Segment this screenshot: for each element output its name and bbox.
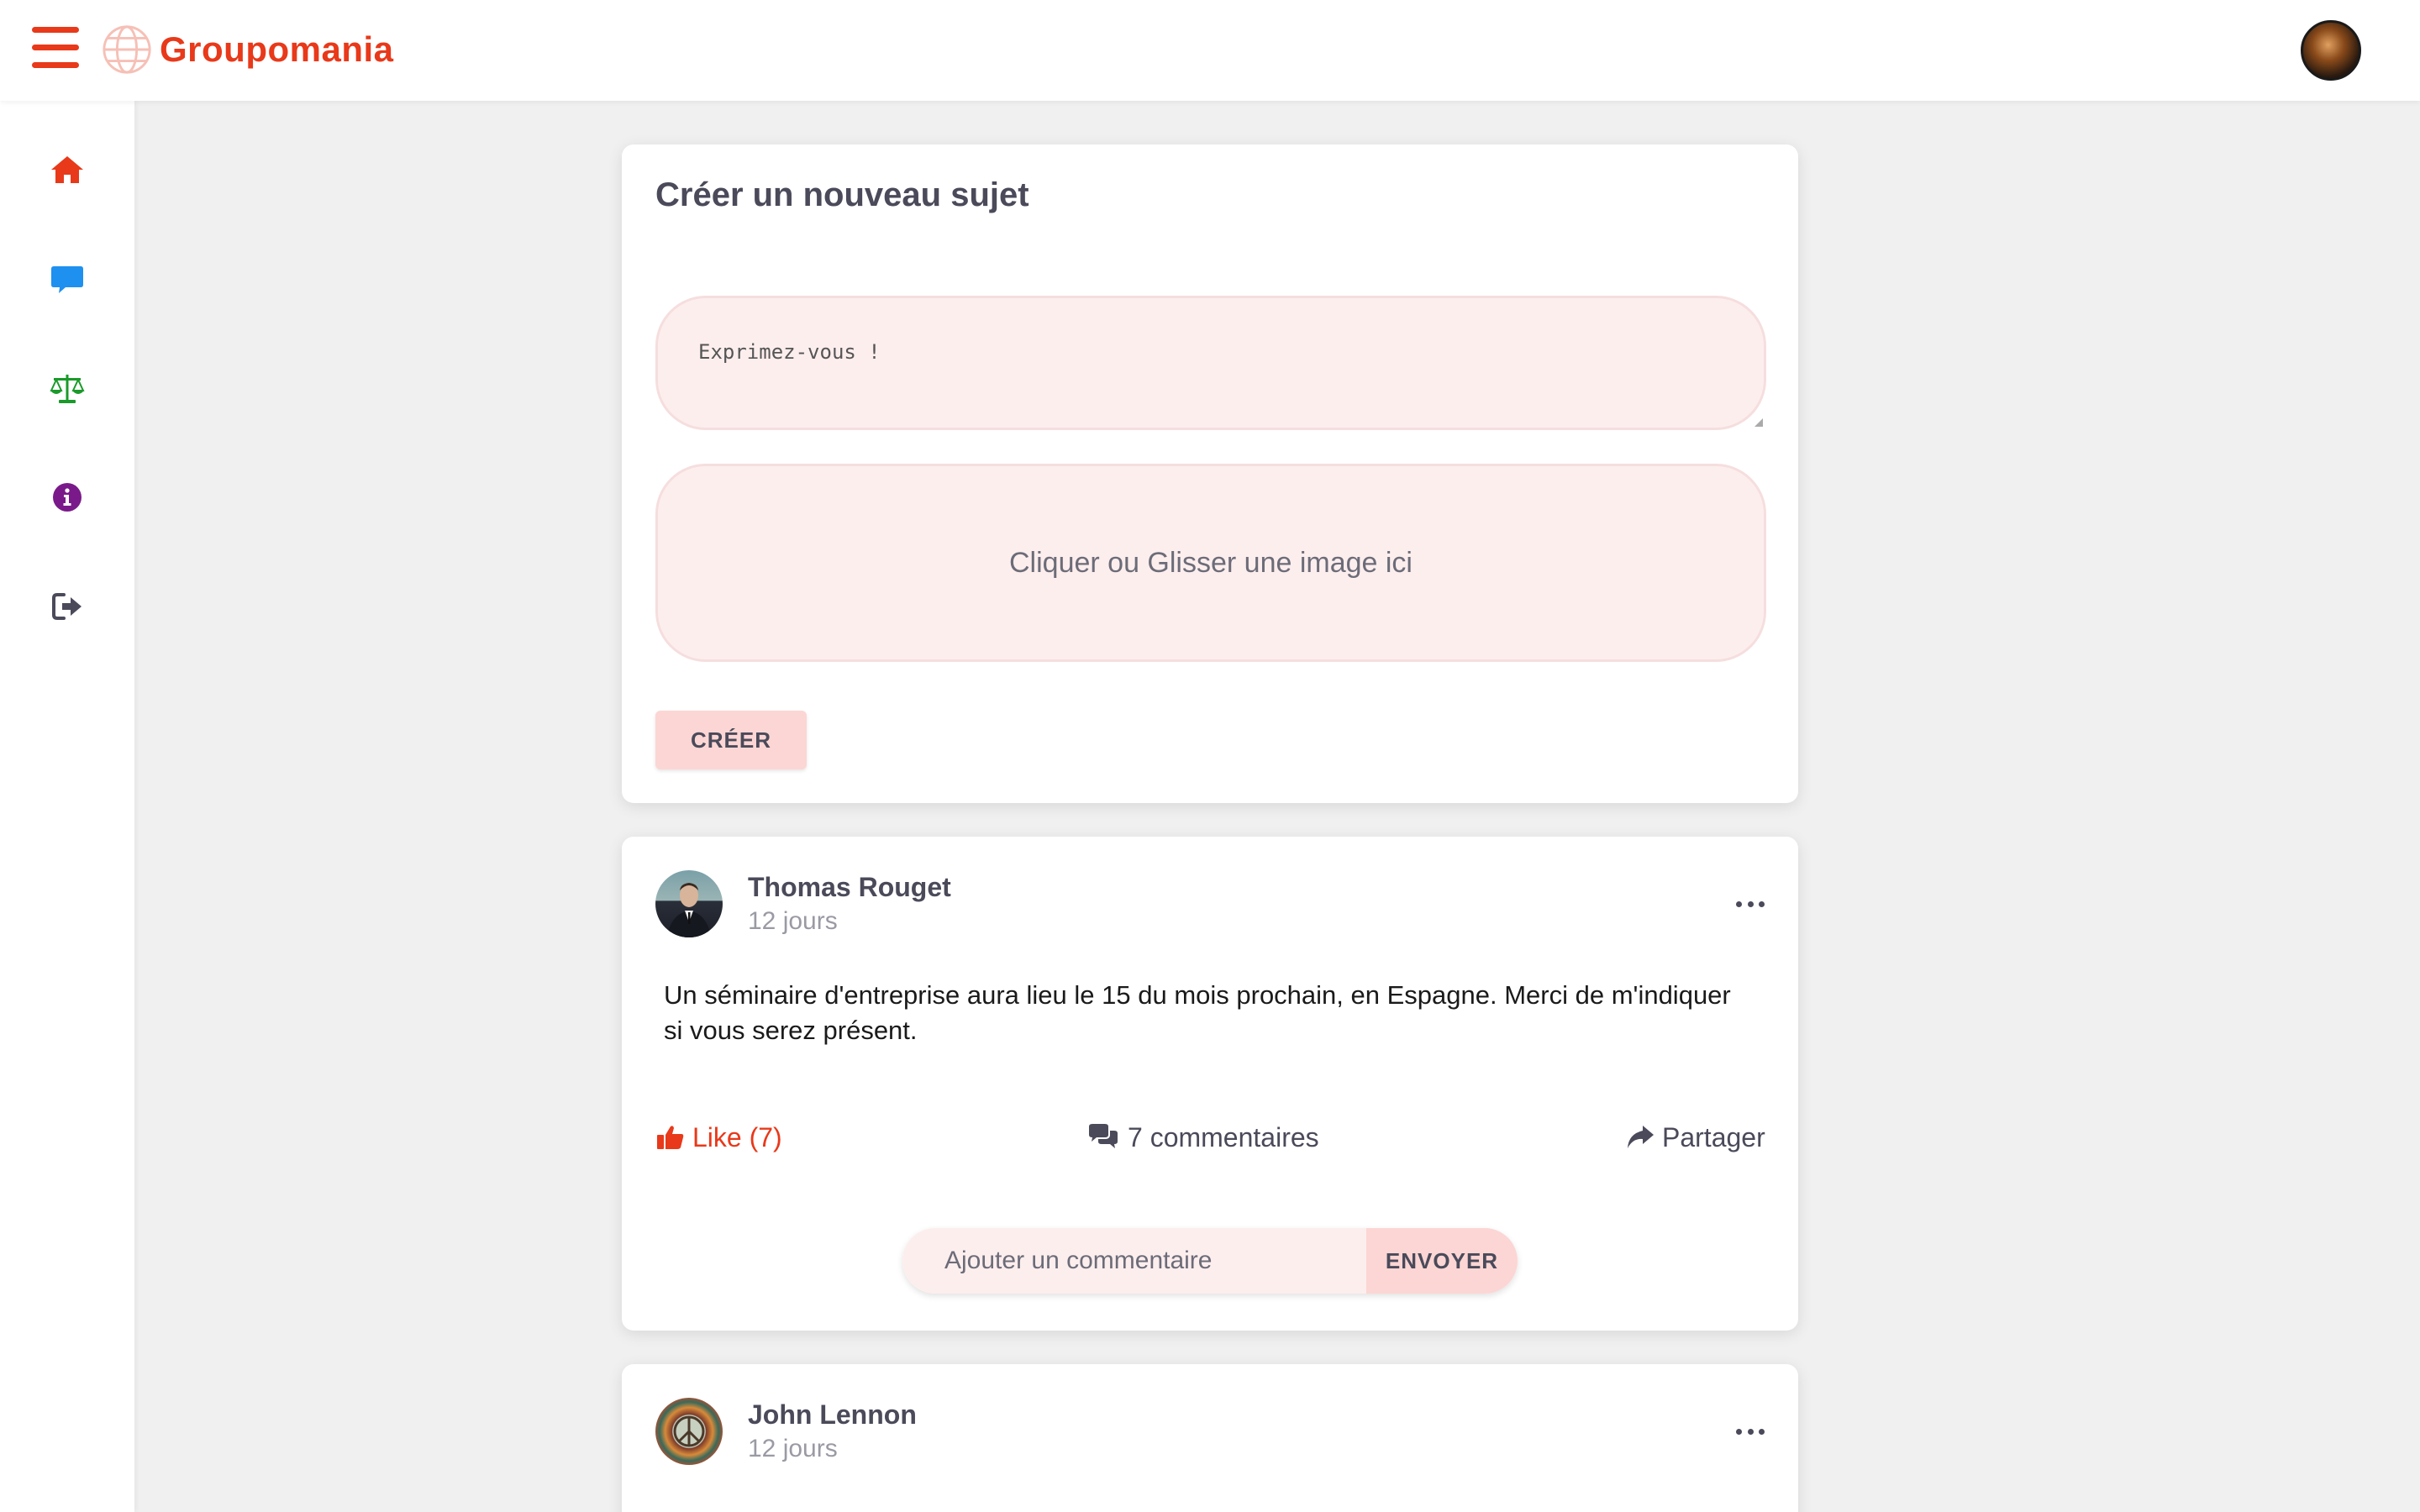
- sidebar-item-moderation[interactable]: [45, 366, 89, 410]
- thumbs-up-icon: [657, 1126, 684, 1149]
- info-icon: [53, 483, 82, 512]
- more-options-icon[interactable]: [1736, 895, 1765, 912]
- post-card: Thomas Rouget 12 jours Un séminaire d'en…: [622, 837, 1798, 1331]
- hamburger-icon[interactable]: [32, 27, 79, 69]
- sidebar-item-info[interactable]: [45, 475, 89, 519]
- user-avatar[interactable]: [2301, 20, 2361, 81]
- app-name: Groupomania: [160, 29, 394, 69]
- sidebar-item-home[interactable]: [45, 148, 89, 192]
- app-logo[interactable]: Groupomania: [101, 20, 394, 79]
- sidebar-item-messages[interactable]: [45, 257, 89, 301]
- comments-icon: [1089, 1124, 1118, 1148]
- post-body: Un séminaire d'entreprise aura lieu le 1…: [664, 980, 1731, 1045]
- comment-icon: [51, 266, 83, 293]
- home-icon: [51, 156, 83, 183]
- create-button[interactable]: CRÉER: [655, 711, 807, 769]
- peace-sign-icon: [673, 1415, 705, 1447]
- post-text-input[interactable]: [655, 296, 1766, 430]
- comment-input[interactable]: [902, 1228, 1366, 1294]
- post-author[interactable]: Thomas Rouget: [748, 872, 951, 903]
- textarea-resize-handle[interactable]: [1754, 418, 1763, 427]
- balance-scale-icon: [50, 375, 85, 403]
- globe-icon: [103, 25, 151, 74]
- image-dropzone[interactable]: Cliquer ou Glisser une image ici: [655, 464, 1766, 662]
- share-button[interactable]: Partager: [1625, 1119, 1765, 1156]
- post-author[interactable]: John Lennon: [748, 1399, 917, 1431]
- dropzone-label: Cliquer ou Glisser une image ici: [1009, 546, 1413, 579]
- post-card: John Lennon 12 jours: [622, 1364, 1798, 1512]
- comments-button[interactable]: 7 commentaires: [1086, 1119, 1319, 1156]
- author-avatar[interactable]: [655, 870, 723, 937]
- avatar-portrait-icon: [667, 883, 711, 937]
- like-button[interactable]: Like (7): [655, 1119, 782, 1156]
- post-timestamp: 12 jours: [748, 1435, 838, 1462]
- share-icon: [1628, 1126, 1654, 1148]
- post-timestamp: 12 jours: [748, 907, 838, 935]
- share-label: Partager: [1662, 1121, 1765, 1152]
- sign-out-icon: [52, 593, 82, 620]
- more-options-icon[interactable]: [1736, 1423, 1765, 1440]
- like-label: Like (7): [692, 1121, 782, 1152]
- sidebar: [0, 101, 134, 1512]
- sidebar-item-logout[interactable]: [45, 585, 89, 628]
- top-bar: Groupomania: [0, 0, 2420, 101]
- author-avatar[interactable]: [655, 1398, 723, 1465]
- create-post-title: Créer un nouveau sujet: [655, 176, 1029, 213]
- create-post-card: Créer un nouveau sujet Cliquer ou Glisse…: [622, 144, 1798, 803]
- comments-count-label: 7 commentaires: [1128, 1121, 1319, 1152]
- send-comment-button[interactable]: ENVOYER: [1366, 1228, 1518, 1294]
- comment-form: ENVOYER: [902, 1228, 1518, 1294]
